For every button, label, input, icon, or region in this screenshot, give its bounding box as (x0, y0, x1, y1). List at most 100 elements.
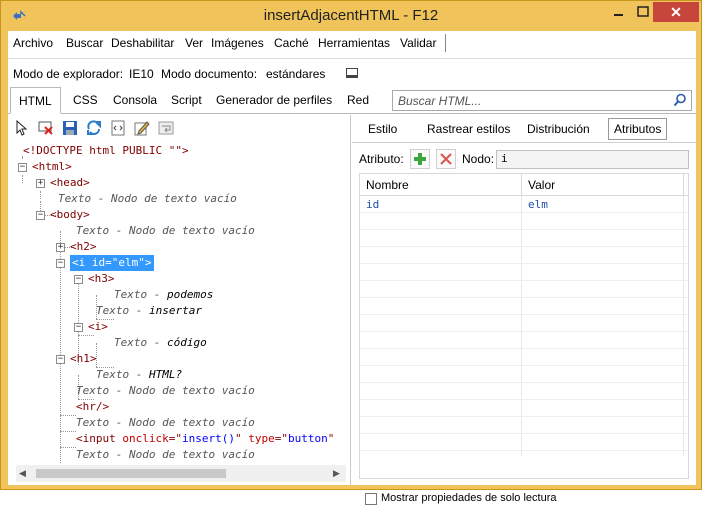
tree-connector (60, 431, 76, 432)
tree-row-doctype[interactable]: <!DOCTYPE html PUBLIC ""> (23, 143, 189, 159)
menu-imagenes[interactable]: Imágenes (211, 36, 264, 50)
node-field[interactable]: i (496, 150, 689, 169)
menu-validar[interactable]: Validar (400, 36, 436, 50)
menu-herramientas[interactable]: Herramientas (318, 36, 390, 50)
attr-name-cell[interactable]: id (366, 198, 379, 211)
expand-toggle[interactable]: + (36, 179, 45, 188)
column-separator[interactable] (683, 174, 684, 196)
tree-row-text[interactable]: Texto - código (114, 335, 207, 351)
mode-bar: Modo de explorador: IE10 Modo documento:… (8, 61, 696, 85)
delete-icon (440, 153, 452, 165)
browser-mode-value[interactable]: IE10 (129, 67, 154, 81)
scroll-left-icon[interactable]: ◀ (19, 468, 29, 478)
tree-row-text[interactable]: Texto - Nodo de texto vacío (76, 223, 255, 239)
empty-row (360, 299, 688, 315)
tab-profiler[interactable]: Generador de perfiles (216, 93, 332, 107)
selected-tag-close: "> (138, 256, 152, 269)
devtools-client: Archivo Buscar Deshabilitar Ver Imágenes… (8, 31, 696, 505)
column-valor[interactable]: Valor (528, 178, 555, 192)
select-element-icon[interactable] (14, 120, 30, 136)
empty-row (360, 401, 688, 417)
edit-icon[interactable] (134, 120, 150, 136)
menu-cache[interactable]: Caché (274, 36, 309, 50)
tab-consola[interactable]: Consola (113, 93, 157, 107)
collapse-toggle[interactable]: − (74, 275, 83, 284)
menu-ver[interactable]: Ver (185, 36, 203, 50)
collapse-toggle[interactable]: − (56, 355, 65, 364)
tab-css[interactable]: CSS (73, 93, 98, 107)
dom-tree: <!DOCTYPE html PUBLIC ""> − <html> + <he… (8, 143, 351, 463)
subtab-rastrear-estilos[interactable]: Rastrear estilos (427, 122, 510, 136)
node-label: Nodo: (462, 152, 495, 166)
text-node-value: HTML? (148, 368, 183, 381)
scroll-right-icon[interactable]: ▶ (333, 468, 343, 478)
tree-row-h3[interactable]: − <h3> (74, 271, 115, 287)
tree-row-text[interactable]: Texto - insertar (96, 303, 202, 319)
attribute-label: Atributo: (359, 152, 404, 166)
scroll-thumb[interactable] (36, 469, 226, 478)
table-row[interactable]: id elm (360, 197, 688, 213)
column-separator[interactable] (521, 174, 522, 196)
dock-window-icon[interactable] (346, 68, 358, 78)
tab-script[interactable]: Script (171, 93, 202, 107)
empty-row (360, 231, 688, 247)
save-icon[interactable] (62, 120, 78, 136)
tree-row-text[interactable]: Texto - HTML? (96, 367, 182, 383)
menu-archivo[interactable]: Archivo (13, 36, 53, 50)
h3-node: <h3> (88, 272, 115, 285)
window-title: insertAdjacentHTML - F12 (263, 7, 439, 24)
browser-mode-label: Modo de explorador: (13, 67, 124, 81)
delete-attribute-button[interactable] (436, 149, 456, 169)
document-mode-value[interactable]: estándares (266, 67, 325, 81)
expand-toggle[interactable]: + (56, 243, 65, 252)
title-bar[interactable]: insertAdjacentHTML - F12 ✕ (1, 1, 701, 31)
subtab-estilo[interactable]: Estilo (368, 122, 397, 136)
selected-tag-open: <i (72, 256, 92, 269)
menu-deshabilitar[interactable]: Deshabilitar (111, 36, 174, 50)
subtab-atributos[interactable]: Atributos (608, 118, 668, 140)
add-attribute-button[interactable] (410, 149, 430, 169)
word-wrap-icon[interactable] (158, 120, 174, 136)
search-html-input[interactable]: Buscar HTML... (392, 90, 692, 111)
collapse-toggle[interactable]: − (56, 259, 65, 268)
hr-node: <hr/> (76, 400, 110, 413)
tree-row-text[interactable]: Texto - Nodo de texto vacío (76, 447, 255, 463)
tree-row-i-selected[interactable]: − <i id="elm"> (56, 255, 154, 271)
readonly-checkbox[interactable] (365, 493, 377, 505)
attr-value-cell[interactable]: elm (528, 198, 548, 211)
readonly-checkbox-label[interactable]: Mostrar propiedades de solo lectura (381, 492, 556, 504)
search-icon[interactable] (673, 93, 687, 107)
close-button[interactable]: ✕ (653, 2, 699, 22)
doctype-node: <!DOCTYPE html PUBLIC ""> (23, 144, 189, 157)
i-node: <i> (88, 320, 108, 333)
tree-row-h1[interactable]: − <h1> (56, 351, 97, 367)
clear-highlight-icon[interactable] (38, 120, 54, 136)
empty-row (360, 384, 688, 400)
tree-row-text[interactable]: Texto - podemos (114, 287, 213, 303)
tree-row-text[interactable]: Texto - Nodo de texto vacío (76, 383, 255, 399)
f12-window: insertAdjacentHTML - F12 ✕ Archivo Busca… (0, 0, 702, 505)
tree-row-head[interactable]: + <head> (36, 175, 90, 191)
tab-html[interactable]: HTML (10, 87, 61, 114)
collapse-toggle[interactable]: − (18, 163, 27, 172)
tree-row-h2[interactable]: + <h2> (56, 239, 97, 255)
menu-buscar[interactable]: Buscar (66, 36, 103, 50)
tree-connector (78, 335, 94, 336)
minimize-button[interactable] (605, 3, 631, 21)
tab-red[interactable]: Red (347, 93, 369, 107)
horizontal-scrollbar[interactable]: ◀ ▶ (16, 465, 346, 482)
tree-row-i[interactable]: − <i> (74, 319, 108, 335)
tree-row-text[interactable]: Texto - Nodo de texto vacío (76, 415, 255, 431)
collapse-toggle[interactable]: − (36, 211, 45, 220)
subtab-distribucion[interactable]: Distribución (527, 122, 590, 136)
source-icon[interactable] (110, 120, 126, 136)
refresh-icon[interactable] (86, 120, 102, 136)
tree-row-input[interactable]: <input onclick="insert()" type="button" (76, 431, 334, 447)
tree-row-body[interactable]: − <body> (36, 207, 90, 223)
tree-row-hr[interactable]: <hr/> (76, 399, 109, 415)
collapse-toggle[interactable]: − (74, 323, 83, 332)
column-nombre[interactable]: Nombre (366, 178, 409, 192)
tree-row-html[interactable]: − <html> (18, 159, 72, 175)
text-node-value: podemos (166, 288, 214, 301)
tree-row-text[interactable]: Texto - Nodo de texto vacío (58, 191, 237, 207)
